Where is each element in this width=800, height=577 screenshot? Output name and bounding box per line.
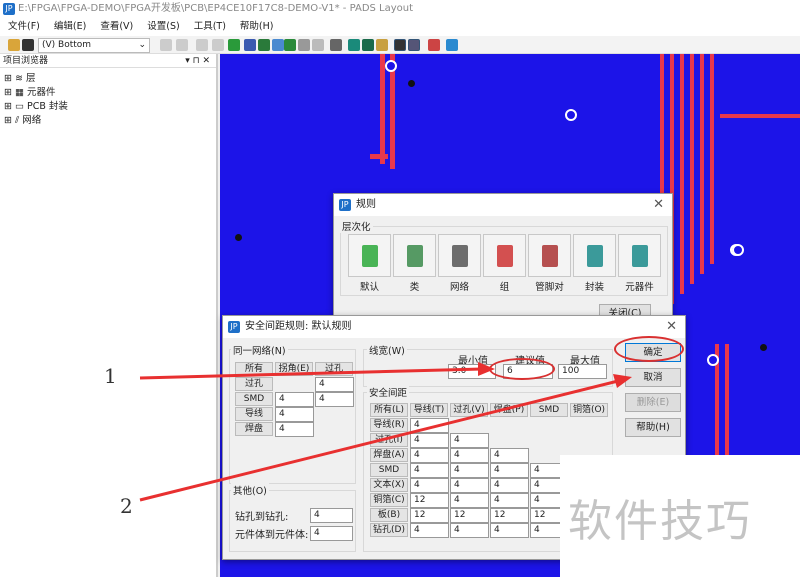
arrow-1	[139, 367, 483, 380]
annotation-label-1: 1	[104, 364, 117, 388]
watermark: 软件技巧	[560, 455, 800, 577]
watermark-text: 软件技巧	[568, 496, 752, 547]
arrow-1-head	[478, 362, 495, 376]
arrow-2	[139, 379, 619, 502]
arrow-2-head	[613, 374, 632, 388]
annotation-label-2: 2	[120, 494, 133, 518]
